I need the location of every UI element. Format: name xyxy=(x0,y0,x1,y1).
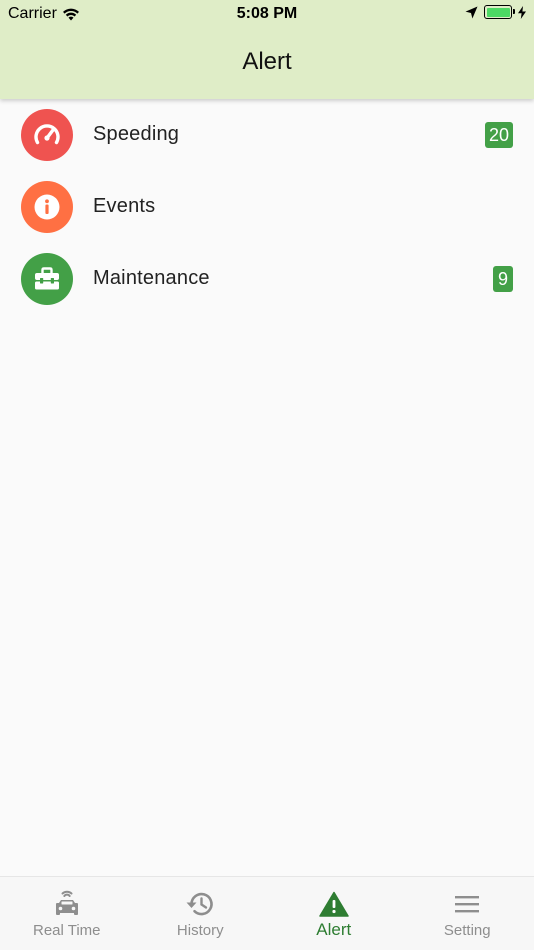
menu-icon xyxy=(455,896,480,913)
location-arrow-icon xyxy=(465,6,478,18)
tab-label: Alert xyxy=(316,920,352,939)
events-icon-circle xyxy=(21,181,73,233)
car-icon xyxy=(55,890,78,915)
tab-label: Real Time xyxy=(32,922,101,939)
alert-list: Speeding 20 Events Maintenance 9 xyxy=(0,99,534,315)
warning-icon xyxy=(319,891,349,917)
history-icon xyxy=(186,892,214,916)
toolbox-icon xyxy=(35,267,59,290)
charging-bolt-icon xyxy=(518,5,526,19)
tab-icon xyxy=(454,889,480,919)
tab-setting[interactable]: Setting xyxy=(401,877,534,950)
speedometer-icon xyxy=(34,124,60,145)
alert-label: Events xyxy=(93,195,156,217)
status-indicators xyxy=(465,5,526,19)
status-time: 5:08 PM xyxy=(236,5,298,22)
tab-label: History xyxy=(176,922,224,939)
alert-row-maintenance[interactable]: Maintenance 9 xyxy=(0,243,534,315)
tab-label: Setting xyxy=(443,922,491,939)
tab-real-time[interactable]: Real Time xyxy=(0,877,134,950)
speeding-icon-circle xyxy=(21,109,73,161)
tab-history[interactable]: History xyxy=(134,877,268,950)
alert-row-events[interactable]: Events xyxy=(0,171,534,243)
maintenance-icon-circle xyxy=(21,253,73,305)
alert-count-badge: 20 xyxy=(484,122,513,148)
alert-label: Speeding xyxy=(93,123,180,145)
tab-icon xyxy=(319,889,349,919)
battery-level-fill xyxy=(486,7,510,17)
status-bar: Carrier 5:08 PM xyxy=(0,0,534,28)
tab-icon xyxy=(53,889,81,919)
battery-icon xyxy=(484,5,515,19)
tab-alert[interactable]: Alert xyxy=(267,877,401,950)
alert-count-badge: 9 xyxy=(493,266,513,292)
alert-label: Maintenance xyxy=(93,267,210,289)
page-title: Alert xyxy=(242,48,292,75)
app-header: Carrier 5:08 PM Alert xyxy=(0,0,534,99)
bottom-tab-bar: Real Time History Alert Setting xyxy=(0,876,534,950)
info-icon xyxy=(34,194,60,220)
alert-row-speeding[interactable]: Speeding 20 xyxy=(0,99,534,171)
tab-icon xyxy=(185,889,215,919)
